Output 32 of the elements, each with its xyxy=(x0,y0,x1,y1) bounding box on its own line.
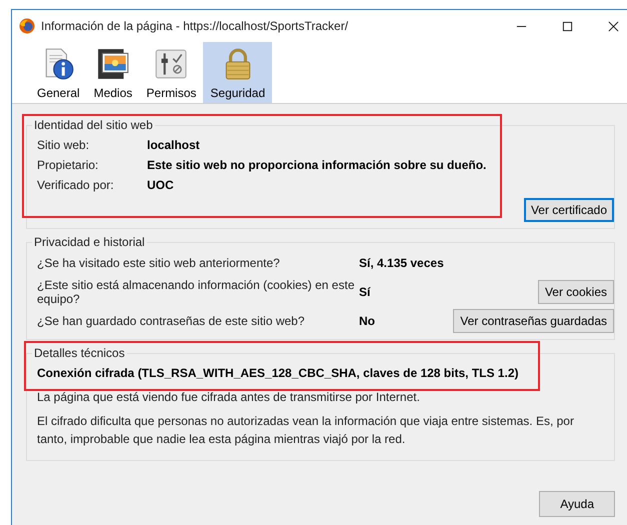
question-text: ¿Este sitio está almacenando información (cookies) en este equipo? xyxy=(37,278,356,306)
tab[interactable]: General xyxy=(30,42,87,103)
maximize-icon[interactable] xyxy=(562,20,573,32)
view-certificate-button[interactable]: Ver certificado xyxy=(524,198,614,222)
field-label: Verificado por: xyxy=(37,178,115,192)
help-button[interactable]: Ayuda xyxy=(539,491,615,517)
group-title: Privacidad e historial xyxy=(33,235,146,249)
field-label: Propietario: xyxy=(37,158,100,172)
close-icon[interactable] xyxy=(608,20,619,32)
group-title: Detalles técnicos xyxy=(33,346,126,360)
window-title: Información de la página - https://localhost/SportsTracker/ xyxy=(41,19,350,33)
field-value: UOC xyxy=(147,178,175,192)
view-button[interactable]: Ver contraseñas guardadas xyxy=(453,309,614,333)
field-value: localhost xyxy=(147,138,201,152)
question-text: ¿Se han guardado contraseñas de este sitio web? xyxy=(37,314,306,328)
permissions-icon xyxy=(154,47,188,81)
tab[interactable]: Seguridad xyxy=(203,42,272,103)
film-image-icon xyxy=(96,47,130,81)
question-text: ¿Se ha visitado este sitio web anteriormente? xyxy=(37,256,281,270)
field-value: Este sitio web no proporciona información sobre su dueño. xyxy=(147,158,488,172)
connection-summary: Conexión cifrada (TLS_RSA_WITH_AES_128_CBC_SHA, claves de 128 bits, TLS 1.2) xyxy=(37,365,520,382)
answer-text: Sí xyxy=(359,285,372,299)
view-button[interactable]: Ver cookies xyxy=(538,280,614,304)
description-text: La página que está viendo fue cifrada antes de transmitirse por Internet. xyxy=(37,389,421,406)
description-text: El cifrado dificulta que personas no autorizadas vean la información que viaja entre sistemas. Es, por tanto, improbable que nadie lea esta página mientras viajó por la red. xyxy=(37,413,575,448)
answer-text: Sí, 4.135 veces xyxy=(359,256,445,270)
tab[interactable]: Permisos xyxy=(139,42,204,103)
field-label: Sitio web: xyxy=(37,138,90,152)
tab[interactable]: Medios xyxy=(86,42,140,103)
browser-logo-icon xyxy=(19,18,35,34)
answer-text: No xyxy=(359,314,376,328)
group-title: Identidad del sitio web xyxy=(33,118,154,132)
